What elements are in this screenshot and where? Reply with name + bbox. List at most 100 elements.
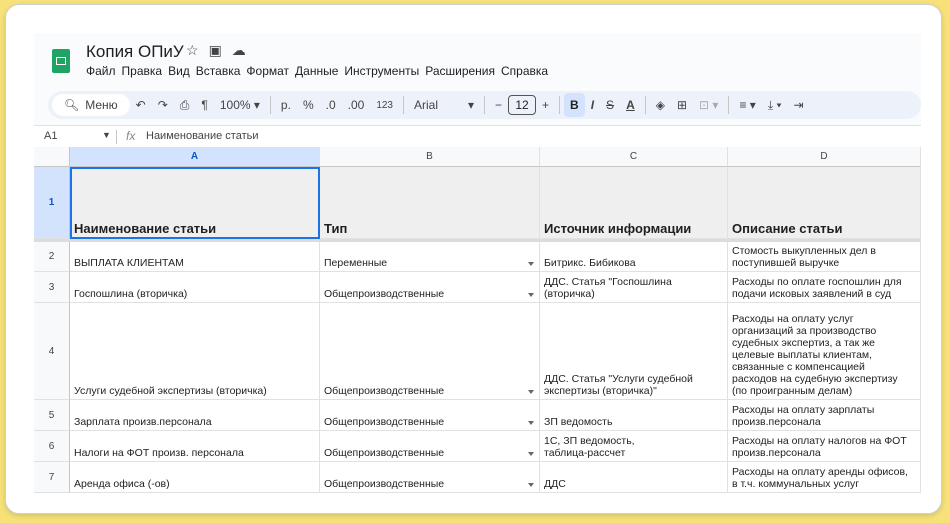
- table-cell[interactable]: Госпошлина (вторичка): [70, 272, 320, 303]
- search-icon: 🔍︎: [64, 98, 80, 112]
- number-format-button[interactable]: 123: [370, 93, 399, 117]
- column-header-c[interactable]: C: [540, 147, 728, 167]
- spreadsheet-grid[interactable]: A B C D 1 Наименование статьи Тип Источн…: [34, 147, 921, 495]
- table-cell[interactable]: Аренда офиса (-ов): [70, 462, 320, 493]
- table-cell[interactable]: Расходы на оплату услуг организаций за п…: [728, 303, 921, 400]
- name-box[interactable]: A1: [44, 130, 57, 142]
- sheets-logo-icon[interactable]: [52, 49, 70, 73]
- table-cell[interactable]: Расходы по оплате госпошлин для подачи и…: [728, 272, 921, 303]
- undo-icon[interactable]: ↶: [130, 93, 152, 117]
- cell-text: Расходы по оплате госпошлин для подачи и…: [732, 276, 902, 300]
- cloud-status-icon[interactable]: ☁: [232, 42, 256, 58]
- zoom-select[interactable]: 100% ▾: [214, 93, 266, 117]
- formula-input[interactable]: Наименование статьи: [146, 130, 259, 142]
- decrease-decimal-button[interactable]: .0: [320, 93, 342, 117]
- table-cell[interactable]: Зарплата произв.персонала: [70, 400, 320, 431]
- dropdown-cell[interactable]: Общепроизводственные: [320, 462, 540, 493]
- table-cell[interactable]: ВЫПЛАТА КЛИЕНТАМ: [70, 242, 320, 272]
- menu-help[interactable]: Справка: [501, 64, 554, 78]
- cell-text: Общепроизводственные: [324, 416, 445, 428]
- vertical-align-icon[interactable]: ⤓ ▾: [762, 93, 788, 117]
- text-color-button[interactable]: A: [620, 93, 641, 117]
- document-title[interactable]: Копия ОПиУ: [86, 42, 184, 62]
- dropdown-arrow-icon[interactable]: [528, 293, 534, 297]
- cell-text: Услуги судебной экспертизы (вторичка): [74, 385, 267, 397]
- table-cell[interactable]: Расходы на оплату зарплаты произв.персон…: [728, 400, 921, 431]
- dropdown-arrow-icon[interactable]: [528, 262, 534, 266]
- menu-data[interactable]: Данные: [295, 64, 344, 78]
- screenshot-frame: Копия ОПиУ ☆▣☁ Файл Правка Вид Вставка Ф…: [5, 4, 942, 514]
- menu-edit[interactable]: Правка: [122, 64, 169, 78]
- cell-text: Описание статьи: [732, 221, 843, 236]
- dropdown-arrow-icon[interactable]: [528, 483, 534, 487]
- dropdown-cell[interactable]: Переменные: [320, 242, 540, 272]
- table-cell[interactable]: Услуги судебной экспертизы (вторичка): [70, 303, 320, 400]
- cell-text: Общепроизводственные: [324, 385, 445, 397]
- font-select[interactable]: Arial ▾: [408, 93, 480, 117]
- menu-file[interactable]: Файл: [86, 64, 122, 78]
- dropdown-cell[interactable]: Общепроизводственные: [320, 400, 540, 431]
- bold-button[interactable]: B: [564, 93, 585, 117]
- move-folder-icon[interactable]: ▣: [209, 42, 232, 58]
- dropdown-arrow-icon[interactable]: [528, 421, 534, 425]
- table-cell[interactable]: Расходы на оплату аренды офисов, в т.ч. …: [728, 462, 921, 493]
- header-cell[interactable]: Источник информации: [540, 167, 728, 239]
- row-header[interactable]: 2: [34, 242, 70, 272]
- menu-view[interactable]: Вид: [168, 64, 196, 78]
- menu-search[interactable]: 🔍︎ Меню: [52, 94, 130, 116]
- font-size-increase-button[interactable]: +: [536, 93, 555, 117]
- row-header[interactable]: 6: [34, 431, 70, 462]
- menu-insert[interactable]: Вставка: [196, 64, 247, 78]
- table-cell[interactable]: ЗП ведомость: [540, 400, 728, 431]
- print-icon[interactable]: ⎙: [174, 93, 196, 117]
- column-header-b[interactable]: B: [320, 147, 540, 167]
- column-header-d[interactable]: D: [728, 147, 921, 167]
- redo-icon[interactable]: ↷: [152, 93, 174, 117]
- table-cell[interactable]: Налоги на ФОТ произв. персонала: [70, 431, 320, 462]
- merge-cells-icon[interactable]: ⊡ ▾: [693, 93, 724, 117]
- formula-divider: [116, 130, 117, 144]
- increase-decimal-button[interactable]: .00: [342, 93, 371, 117]
- header-cell[interactable]: Тип: [320, 167, 540, 239]
- toolbar-divider: [403, 96, 404, 114]
- select-all-corner[interactable]: [34, 147, 70, 167]
- dropdown-cell[interactable]: Общепроизводственные: [320, 431, 540, 462]
- menu-extensions[interactable]: Расширения: [425, 64, 501, 78]
- font-size-decrease-button[interactable]: −: [489, 93, 508, 117]
- borders-icon[interactable]: ⊞: [671, 93, 693, 117]
- header-cell[interactable]: Наименование статьи: [70, 167, 320, 239]
- row-header[interactable]: 1: [34, 167, 70, 239]
- row-header[interactable]: 7: [34, 462, 70, 493]
- text-wrap-icon[interactable]: ⇥: [788, 93, 810, 117]
- chevron-down-icon[interactable]: ▼: [102, 130, 111, 140]
- table-cell[interactable]: ДДС. Статья "Госпошлина (вторичка): [540, 272, 728, 303]
- table-cell[interactable]: ДДС. Статья "Услуги судебной экспертизы …: [540, 303, 728, 400]
- table-cell[interactable]: 1С, ЗП ведомость, таблица-рассчет: [540, 431, 728, 462]
- table-cell[interactable]: ДДС: [540, 462, 728, 493]
- table-cell[interactable]: Расходы на оплату налогов на ФОТ произв.…: [728, 431, 921, 462]
- row-header[interactable]: 5: [34, 400, 70, 431]
- row-header[interactable]: 3: [34, 272, 70, 303]
- header-cell[interactable]: Описание статьи: [728, 167, 921, 239]
- dropdown-cell[interactable]: Общепроизводственные: [320, 303, 540, 400]
- italic-button[interactable]: I: [585, 93, 600, 117]
- menu-tools[interactable]: Инструменты: [344, 64, 425, 78]
- table-cell[interactable]: Стомость выкупленных дел в поступившей в…: [728, 242, 921, 272]
- dropdown-arrow-icon[interactable]: [528, 452, 534, 456]
- align-left-icon[interactable]: ≡ ▾: [733, 93, 761, 117]
- strikethrough-button[interactable]: S: [600, 93, 620, 117]
- cell-text: ДДС. Статья "Госпошлина (вторичка): [544, 276, 672, 300]
- row-header[interactable]: 4: [34, 303, 70, 400]
- cell-text: ДДС: [544, 478, 566, 490]
- currency-button[interactable]: р.: [275, 93, 297, 117]
- dropdown-cell[interactable]: Общепроизводственные: [320, 272, 540, 303]
- percent-button[interactable]: %: [297, 93, 320, 117]
- font-size-input[interactable]: 12: [508, 95, 537, 115]
- fill-color-icon[interactable]: ◈: [650, 93, 671, 117]
- paint-format-icon[interactable]: ¶: [195, 93, 213, 117]
- dropdown-arrow-icon[interactable]: [528, 390, 534, 394]
- table-cell[interactable]: Битрикс. Бибикова: [540, 242, 728, 272]
- column-header-a[interactable]: A: [70, 147, 320, 167]
- star-icon[interactable]: ☆: [186, 42, 209, 58]
- menu-format[interactable]: Формат: [246, 64, 295, 78]
